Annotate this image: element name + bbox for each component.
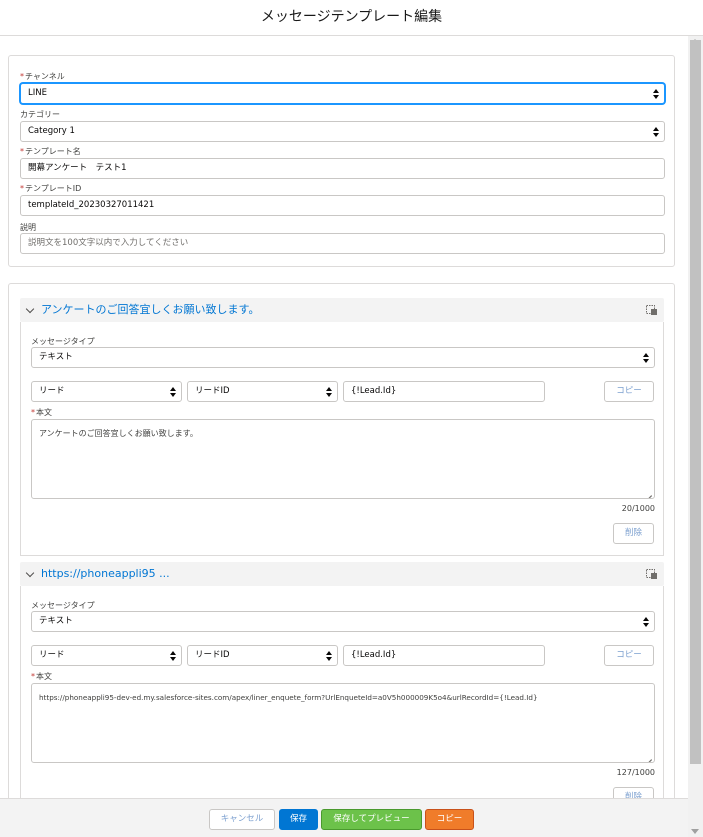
char-count: 20/1000 xyxy=(621,504,655,513)
body-label: *本文 xyxy=(31,671,52,682)
channel-label-text: チャンネル xyxy=(25,72,65,81)
required-mark: * xyxy=(20,184,24,193)
select-arrows-icon xyxy=(170,386,176,398)
message-type-value: テキスト xyxy=(39,352,73,362)
body-label-text: 本文 xyxy=(36,672,52,681)
message-type-value: テキスト xyxy=(39,616,73,626)
message-section-title: https://phoneappli95 ... xyxy=(41,567,170,580)
merge-object-select[interactable]: リード xyxy=(31,645,182,666)
category-select[interactable]: Category 1 xyxy=(20,121,665,142)
message-section-body: メッセージタイプ テキスト リード リードID {!Lead.Id} コピー *… xyxy=(20,586,664,798)
cancel-button[interactable]: キャンセル xyxy=(209,809,275,830)
select-arrows-icon xyxy=(326,386,332,398)
delete-message-button[interactable]: 削除 xyxy=(613,523,654,544)
description-label: 説明 xyxy=(20,223,36,232)
merge-field-select[interactable]: リードID xyxy=(187,381,338,402)
drag-handle-icon[interactable] xyxy=(646,305,657,315)
modal-footer: キャンセル 保存 保存してプレビュー コピー xyxy=(0,798,688,837)
template-name-label-text: テンプレート名 xyxy=(25,147,81,156)
scroll-down-arrow-icon[interactable] xyxy=(691,829,699,834)
template-id-label: *テンプレートID xyxy=(20,183,81,194)
merge-field-select[interactable]: リードID xyxy=(187,645,338,666)
copy-merge-button[interactable]: コピー xyxy=(604,381,654,402)
chevron-down-icon xyxy=(25,568,35,578)
select-arrows-icon xyxy=(643,352,649,364)
merge-object-value: リード xyxy=(39,650,65,660)
channel-label: *チャンネル xyxy=(20,71,65,82)
message-body-textarea[interactable]: アンケートのご回答宜しくお願い致します。 xyxy=(31,419,655,499)
required-mark: * xyxy=(20,72,24,81)
body-label-text: 本文 xyxy=(36,408,52,417)
modal-title: メッセージテンプレート編集 xyxy=(260,9,443,25)
select-arrows-icon xyxy=(653,88,659,100)
vertical-scrollbar[interactable] xyxy=(688,36,703,837)
select-arrows-icon xyxy=(643,616,649,628)
save-button[interactable]: 保存 xyxy=(279,809,318,830)
category-value: Category 1 xyxy=(28,126,75,136)
template-name-label: *テンプレート名 xyxy=(20,146,81,157)
select-arrows-icon xyxy=(326,650,332,662)
select-arrows-icon xyxy=(653,126,659,138)
template-id-input[interactable]: templateId_20230327011421 xyxy=(20,195,665,216)
merge-object-select[interactable]: リード xyxy=(31,381,182,402)
message-body-text: アンケートのご回答宜しくお願い致します。 xyxy=(39,429,198,438)
description-input[interactable]: 説明文を100文字以内で入力してください xyxy=(20,233,665,254)
merge-value-input[interactable]: {!Lead.Id} xyxy=(343,381,545,402)
chevron-down-icon xyxy=(25,304,35,314)
merge-object-value: リード xyxy=(39,386,65,396)
template-edit-modal: メッセージテンプレート編集 *チャンネル LINE カテゴリー Category… xyxy=(0,0,703,837)
modal-body: *チャンネル LINE カテゴリー Category 1 *テンプレート名 開幕… xyxy=(0,36,688,798)
select-arrows-icon xyxy=(170,650,176,662)
required-mark: * xyxy=(31,672,35,681)
messages-card: アンケートのご回答宜しくお願い致します。 メッセージタイプ テキスト リード リ xyxy=(8,283,675,798)
scrollbar-thumb[interactable] xyxy=(690,40,701,764)
message-type-select[interactable]: テキスト xyxy=(31,347,655,368)
channel-value: LINE xyxy=(28,88,47,98)
template-info-card: *チャンネル LINE カテゴリー Category 1 *テンプレート名 開幕… xyxy=(8,55,675,267)
merge-field-value: リードID xyxy=(195,386,230,396)
required-mark: * xyxy=(20,147,24,156)
message-type-label: メッセージタイプ xyxy=(31,337,95,346)
copy-merge-button[interactable]: コピー xyxy=(604,645,654,666)
message-body-text: https://phoneappli95-dev-ed.my.salesforc… xyxy=(39,693,538,702)
merge-field-value: リードID xyxy=(195,650,230,660)
copy-template-button[interactable]: コピー xyxy=(425,809,474,830)
message-type-label: メッセージタイプ xyxy=(31,601,95,610)
message-section-header[interactable]: アンケートのご回答宜しくお願い致します。 xyxy=(20,298,664,322)
channel-select[interactable]: LINE xyxy=(20,83,665,104)
required-mark: * xyxy=(31,408,35,417)
message-type-select[interactable]: テキスト xyxy=(31,611,655,632)
message-body-textarea[interactable]: https://phoneappli95-dev-ed.my.salesforc… xyxy=(31,683,655,763)
message-section-header[interactable]: https://phoneappli95 ... xyxy=(20,562,664,586)
merge-value-input[interactable]: {!Lead.Id} xyxy=(343,645,545,666)
message-section-title: アンケートのご回答宜しくお願い致します。 xyxy=(41,303,260,316)
save-and-preview-button[interactable]: 保存してプレビュー xyxy=(321,809,422,830)
category-label: カテゴリー xyxy=(20,110,60,119)
message-section-body: メッセージタイプ テキスト リード リードID {!Lead.Id} コピー *… xyxy=(20,322,664,556)
delete-message-button[interactable]: 削除 xyxy=(613,787,654,798)
char-count: 127/1000 xyxy=(616,768,655,777)
modal-header: メッセージテンプレート編集 xyxy=(0,0,703,36)
resize-handle-icon[interactable] xyxy=(645,753,652,760)
drag-handle-icon[interactable] xyxy=(646,569,657,579)
template-name-input[interactable]: 開幕アンケート テスト1 xyxy=(20,158,665,179)
body-label: *本文 xyxy=(31,407,52,418)
resize-handle-icon[interactable] xyxy=(645,489,652,496)
template-id-label-text: テンプレートID xyxy=(25,184,82,193)
